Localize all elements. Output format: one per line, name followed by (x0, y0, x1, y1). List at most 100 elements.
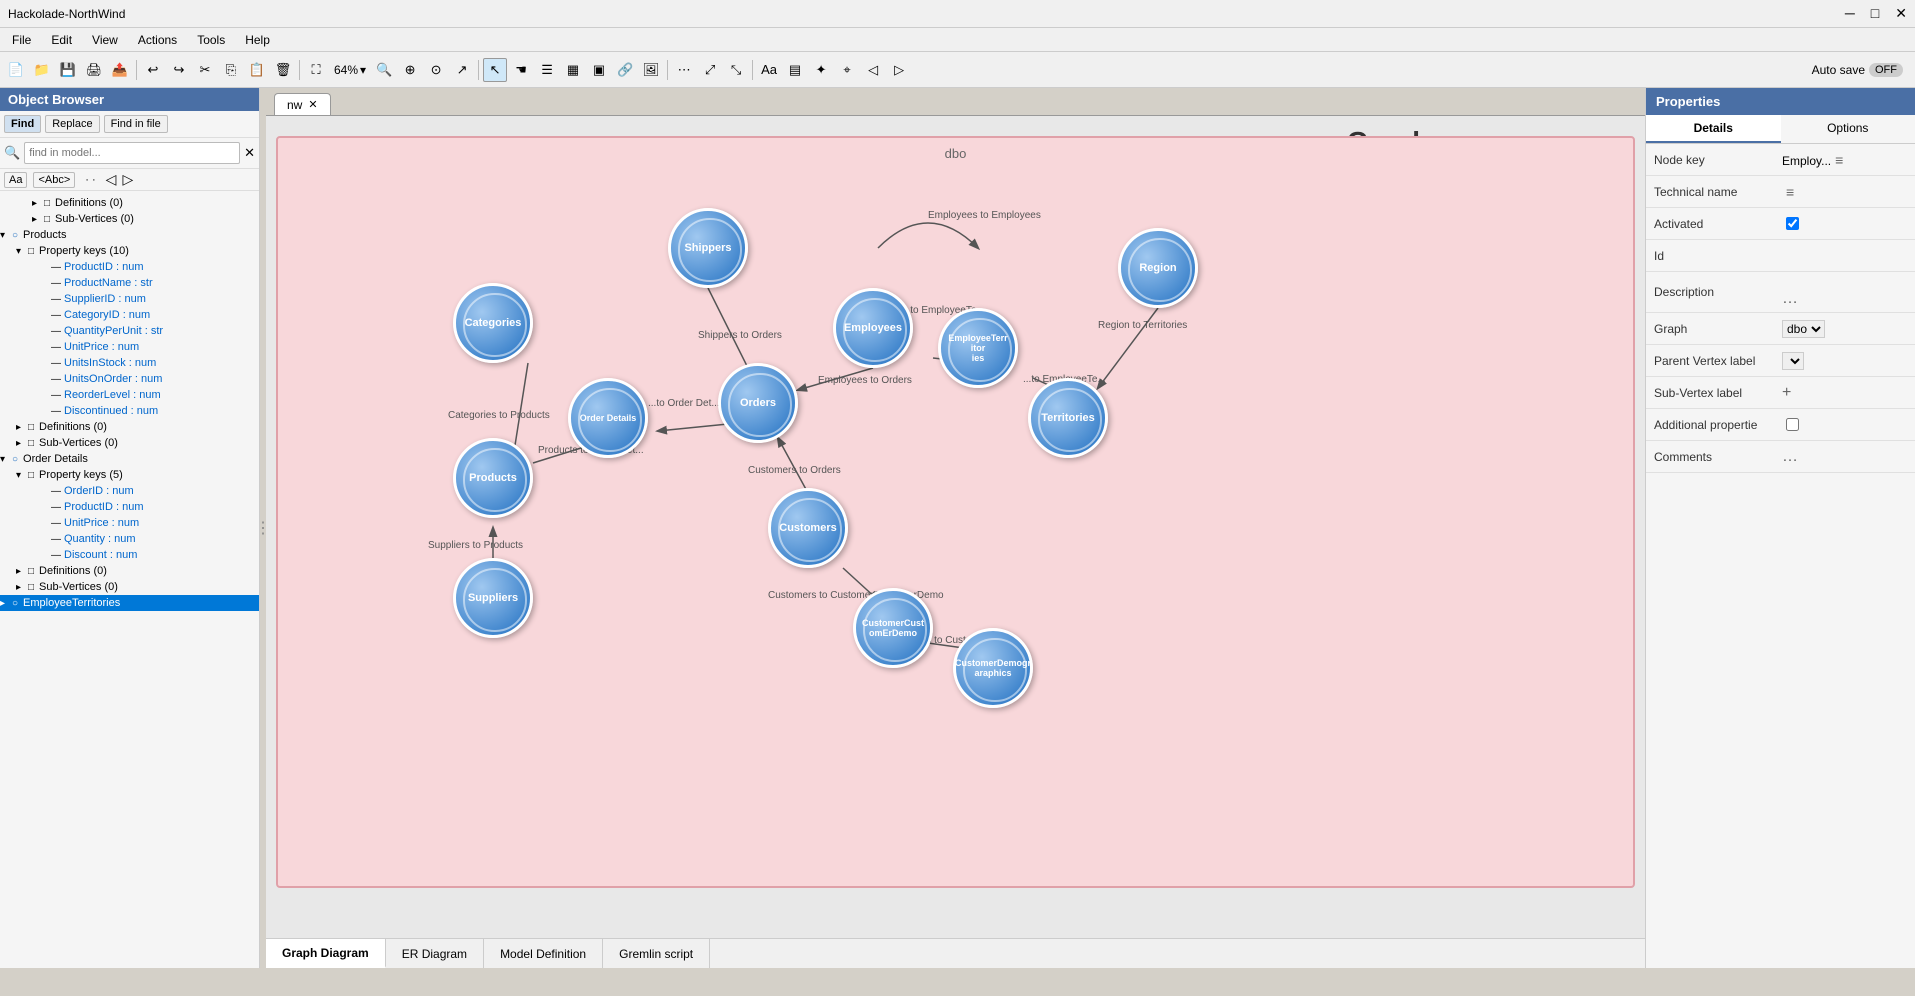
prop-dropdown-parent-vertex-label[interactable] (1782, 352, 1804, 370)
collapse-button[interactable]: ⤡ (724, 58, 748, 82)
node-suppliers[interactable]: Suppliers (453, 558, 533, 638)
zoom-dropdown-icon[interactable]: ▾ (360, 63, 366, 77)
expand-icon[interactable]: ▸ (32, 214, 37, 225)
redo-button[interactable]: ↪ (167, 58, 191, 82)
node-region[interactable]: Region (1118, 228, 1198, 308)
expand-icon[interactable]: ▾ (0, 454, 5, 465)
prev-result-button[interactable]: ◁ (106, 171, 117, 188)
tree-item[interactable]: ▸□Sub-Vertices (0) (0, 579, 259, 595)
expand-icon[interactable]: ▸ (32, 198, 37, 209)
tree-item[interactable]: ▾□Property keys (5) (0, 467, 259, 483)
tree-item[interactable]: ▸□Sub-Vertices (0) (0, 435, 259, 451)
expand-icon[interactable]: ▸ (16, 422, 21, 433)
dbo-diagram[interactable]: dbo (276, 136, 1635, 888)
prop-menu-icon-node-key[interactable]: ≡ (1831, 152, 1847, 168)
node-orders[interactable]: Orders (718, 363, 798, 443)
node-shippers[interactable]: Shippers (668, 208, 748, 288)
autosave-toggle[interactable]: OFF (1869, 63, 1903, 77)
back-button[interactable]: ◁ (861, 58, 885, 82)
image-button[interactable]: 🖼 (639, 58, 663, 82)
node-customercustomerdemo[interactable]: CustomerCustomErDemo (853, 588, 933, 668)
search-input[interactable] (24, 142, 240, 164)
full-screen-button[interactable]: ⛶ (304, 58, 328, 82)
search-word-btn[interactable]: <Abc> (33, 172, 75, 188)
tree-item[interactable]: ▾○Order Details (0, 451, 259, 467)
expand-icon[interactable]: ▸ (0, 598, 5, 609)
prop-checkbox-additional-properties[interactable] (1786, 418, 1799, 431)
paste-button[interactable]: 📋 (245, 58, 269, 82)
find-button[interactable]: Find (4, 115, 41, 133)
node-customerdemographics[interactable]: CustomerDemograraphics (953, 628, 1033, 708)
tree-item[interactable]: —UnitPrice : num (0, 515, 259, 531)
tree-item[interactable]: —UnitPrice : num (0, 339, 259, 355)
tree-item[interactable]: —CategoryID : num (0, 307, 259, 323)
node-employees[interactable]: Employees (833, 288, 913, 368)
tree-item[interactable]: —ReorderLevel : num (0, 387, 259, 403)
tree-item[interactable]: —UnitsOnOrder : num (0, 371, 259, 387)
menu-item-help[interactable]: Help (237, 31, 278, 49)
search-case-btn[interactable]: Aa (4, 172, 27, 188)
group-button[interactable]: ▦ (561, 58, 585, 82)
clear-search-button[interactable]: ✕ (244, 145, 255, 161)
menu-item-edit[interactable]: Edit (43, 31, 80, 49)
expand-icon[interactable]: ▸ (16, 582, 21, 593)
bottom-tab-graph-diagram[interactable]: Graph Diagram (266, 939, 386, 968)
node-employeeterritory[interactable]: EmployeeTerritories (938, 308, 1018, 388)
cut-button[interactable]: ✂ (193, 58, 217, 82)
tree-item[interactable]: —OrderID : num (0, 483, 259, 499)
tree-item[interactable]: —UnitsInStock : num (0, 355, 259, 371)
select-tool[interactable]: ↖ (483, 58, 507, 82)
prop-input-description[interactable] (1782, 276, 1909, 290)
tree-item[interactable]: —Discontinued : num (0, 403, 259, 419)
zoom-fit[interactable]: ⊙ (424, 58, 448, 82)
menu-item-actions[interactable]: Actions (130, 31, 185, 49)
zoom-out-button[interactable]: ↗ (450, 58, 474, 82)
hand-tool[interactable]: ☚ (509, 58, 533, 82)
tree-item[interactable]: —QuantityPerUnit : str (0, 323, 259, 339)
find-in-file-button[interactable]: Find in file (104, 115, 168, 133)
expand-icon[interactable]: ▾ (16, 246, 21, 257)
node-territories[interactable]: Territories (1028, 378, 1108, 458)
zoom-value[interactable]: 64% (334, 63, 358, 77)
node-customers[interactable]: Customers (768, 488, 848, 568)
expand-icon[interactable]: ▸ (16, 566, 21, 577)
align-left[interactable]: ☰ (535, 58, 559, 82)
prop-menu-icon-technical-name[interactable]: ≡ (1782, 184, 1798, 200)
expand-icon[interactable]: ▸ (16, 438, 21, 449)
zoom-in-plus[interactable]: ⊕ (398, 58, 422, 82)
maximize-button[interactable]: □ (1871, 5, 1879, 22)
bottom-tab-gremlin-script[interactable]: Gremlin script (603, 939, 710, 968)
zoom-in-button[interactable]: 🔍 (372, 58, 396, 82)
node-orderdetails[interactable]: Order Details (568, 378, 648, 458)
format-button[interactable]: ▤ (783, 58, 807, 82)
undo-button[interactable]: ↩ (141, 58, 165, 82)
next-result-button[interactable]: ▷ (122, 171, 133, 188)
tree-item[interactable]: ▾○Products (0, 227, 259, 243)
save-button[interactable]: 💾 (56, 58, 80, 82)
prop-dots-icon-description[interactable]: … (1782, 290, 1798, 307)
tree-item[interactable]: —SupplierID : num (0, 291, 259, 307)
new-button[interactable]: 📄 (4, 58, 28, 82)
connect-button[interactable]: ⌖ (835, 58, 859, 82)
autosave-control[interactable]: Auto save OFF (1812, 63, 1911, 77)
open-button[interactable]: 📁 (30, 58, 54, 82)
prop-dots-comments[interactable]: … (1782, 448, 1798, 465)
menu-item-view[interactable]: View (84, 31, 126, 49)
prop-tab-options[interactable]: Options (1781, 115, 1915, 143)
prop-checkbox-activated[interactable] (1786, 217, 1799, 230)
tree-item[interactable]: ▸□Sub-Vertices (0) (0, 211, 259, 227)
copy-button[interactable]: ⎘ (219, 58, 243, 82)
tree-item[interactable]: —ProductName : str (0, 275, 259, 291)
tree-item[interactable]: —ProductID : num (0, 499, 259, 515)
bottom-tab-er-diagram[interactable]: ER Diagram (386, 939, 484, 968)
font-button[interactable]: Aa (757, 58, 781, 82)
minimize-button[interactable]: ─ (1845, 5, 1855, 22)
tree-item[interactable]: ▸□Definitions (0) (0, 419, 259, 435)
prop-plus-btn-sub-vertex-label[interactable]: + (1782, 384, 1791, 401)
forward-button[interactable]: ▷ (887, 58, 911, 82)
node-products[interactable]: Products (453, 438, 533, 518)
tree-item[interactable]: —Quantity : num (0, 531, 259, 547)
grid-button[interactable]: ✦ (809, 58, 833, 82)
expand-icon[interactable]: ▾ (16, 470, 21, 481)
prop-dropdown-graph[interactable]: dbo (1782, 320, 1825, 338)
